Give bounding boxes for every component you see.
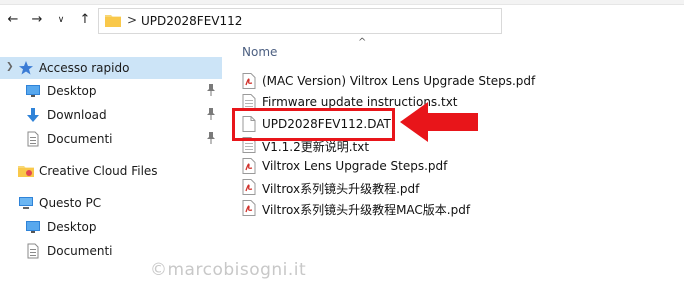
sidebar-item-questo-pc[interactable]: Questo PC: [0, 192, 222, 214]
recent-locations-button[interactable]: ∨: [54, 13, 68, 27]
pdf-file-icon: [242, 73, 256, 89]
sort-ascending-icon: ^: [358, 37, 367, 48]
sidebar-item-label: Questo PC: [39, 196, 102, 210]
file-row[interactable]: Viltrox系列镜头升级教程MAC版本.pdf: [240, 198, 520, 219]
navigation-pane: ❯ Accesso rapido Desktop Download Docume…: [0, 40, 222, 296]
file-row[interactable]: (MAC Version) Viltrox Lens Upgrade Steps…: [240, 71, 535, 92]
breadcrumb-separator: >: [127, 13, 138, 27]
pdf-file-icon: [242, 179, 256, 195]
annotation-highlight-box: [232, 108, 395, 141]
up-button[interactable]: ↑: [78, 13, 92, 27]
file-name: Viltrox系列镜头升级教程MAC版本.pdf: [262, 203, 471, 217]
breadcrumb-current-folder[interactable]: UPD2028FEV112: [141, 14, 242, 28]
sidebar-item-label: Documenti: [47, 132, 113, 146]
file-list-pane: ^ Nome (MAC Version) Viltrox Lens Upgrad…: [224, 37, 684, 296]
desktop-icon: [26, 85, 40, 97]
sidebar-item-label: Desktop: [47, 84, 97, 98]
sidebar-item-documenti[interactable]: Documenti: [0, 128, 222, 150]
documents-icon: [27, 243, 39, 259]
file-row[interactable]: Viltrox系列镜头升级教程.pdf: [240, 177, 520, 198]
pdf-file-icon: [242, 158, 256, 174]
watermark: ©marcobisogni.it: [150, 260, 307, 280]
sidebar-item-quick-access[interactable]: ❯ Accesso rapido: [0, 57, 222, 79]
pdf-file-icon: [242, 200, 256, 216]
annotation-arrow-icon: [400, 102, 478, 142]
creative-cloud-folder-icon: [18, 166, 34, 177]
address-field[interactable]: > UPD2028FEV112: [98, 8, 502, 34]
sidebar-item-label: Documenti: [47, 244, 113, 258]
sidebar-item-pc-desktop[interactable]: Desktop: [0, 216, 222, 238]
file-name: Viltrox Lens Upgrade Steps.pdf: [262, 159, 448, 173]
file-name: (MAC Version) Viltrox Lens Upgrade Steps…: [262, 74, 536, 88]
file-row[interactable]: Viltrox Lens Upgrade Steps.pdf: [240, 156, 520, 177]
window-top-edge: [0, 0, 684, 5]
sidebar-item-label: Accesso rapido: [39, 61, 130, 75]
documents-icon: [27, 131, 39, 147]
sidebar-item-label: Download: [47, 108, 107, 122]
pin-icon: [207, 84, 215, 96]
sidebar-item-pc-documenti[interactable]: Documenti: [0, 240, 222, 262]
back-button[interactable]: ←: [6, 13, 20, 27]
sidebar-item-creative-cloud[interactable]: Creative Cloud Files: [0, 160, 222, 182]
column-header-name[interactable]: Nome: [242, 45, 277, 59]
sidebar-item-desktop[interactable]: Desktop: [0, 80, 222, 102]
expand-chevron-icon[interactable]: ❯: [6, 62, 14, 72]
file-name: Viltrox系列镜头升级教程.pdf: [262, 182, 420, 196]
pin-icon: [207, 108, 215, 120]
star-icon: [19, 61, 33, 75]
address-bar-area: ← → ∨ ↑ > UPD2028FEV112: [0, 0, 684, 40]
sidebar-item-download[interactable]: Download: [0, 104, 222, 126]
desktop-icon: [26, 221, 40, 233]
pin-icon: [207, 132, 215, 144]
vertical-scrollbar[interactable]: [510, 40, 520, 296]
sidebar-item-label: Desktop: [47, 220, 97, 234]
download-arrow-icon: [27, 108, 39, 122]
folder-icon: [105, 15, 121, 27]
sidebar-item-label: Creative Cloud Files: [39, 164, 158, 178]
forward-button[interactable]: →: [30, 13, 44, 27]
computer-icon: [19, 197, 33, 209]
